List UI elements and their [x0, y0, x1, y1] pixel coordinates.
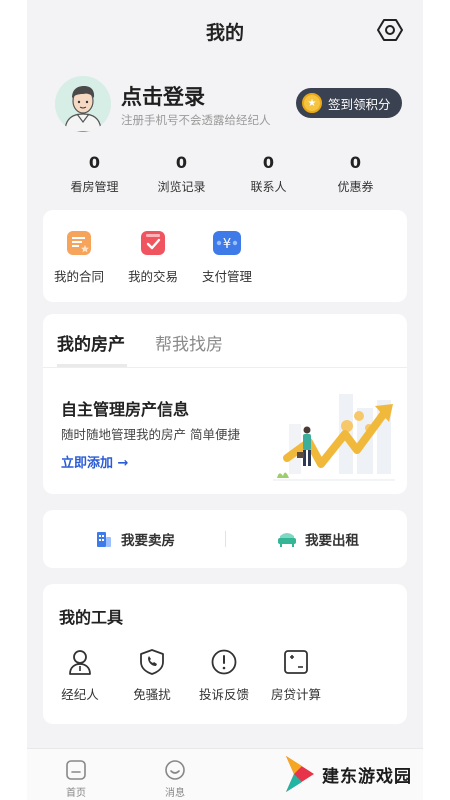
quick-actions-card: 我的合同 我的交易 ¥ 支付管理 — [43, 210, 407, 302]
quick-item-payment[interactable]: ¥ 支付管理 — [193, 230, 261, 285]
contract-icon — [67, 231, 91, 255]
add-property-link[interactable]: 立即添加 → — [61, 452, 128, 471]
tool-item-agent[interactable]: 经纪人 — [49, 648, 111, 703]
tool-label: 经纪人 — [61, 687, 99, 702]
avatar-person-icon — [55, 76, 111, 132]
checkin-button[interactable]: ★ 签到领积分 — [296, 88, 402, 118]
stats-row: 0 看房管理 0 浏览记录 0 联系人 0 优惠券 — [51, 152, 399, 196]
watermark: 建东游戏园 — [282, 752, 422, 796]
property-card: 我的房产 帮我找房 自主管理房产信息 随时随地管理我的房产 简单便捷 立即添加 … — [43, 314, 407, 494]
login-subtitle: 注册手机号不会透露给经纪人 — [121, 113, 271, 127]
tab-find-house[interactable]: 帮我找房 — [155, 330, 223, 355]
checkin-label: 签到领积分 — [328, 96, 391, 112]
stat-value: 0 — [88, 153, 101, 172]
complaint-icon — [211, 649, 237, 675]
sofa-icon — [278, 533, 296, 547]
rent-out-label: 我要出租 — [305, 533, 359, 549]
settings-icon[interactable] — [377, 17, 403, 43]
quick-item-transaction[interactable]: 我的交易 — [119, 230, 187, 285]
building-icon — [97, 532, 111, 547]
quick-item-contract[interactable]: 我的合同 — [45, 230, 113, 285]
sell-house-button[interactable]: 我要卖房 — [95, 529, 175, 549]
tab-indicator — [57, 364, 127, 367]
transaction-icon — [141, 231, 165, 255]
sell-rent-card: 我要卖房 我要出租 — [43, 510, 407, 568]
svg-text:¥: ¥ — [223, 237, 231, 252]
tool-item-no-disturb[interactable]: 免骚扰 — [121, 648, 183, 703]
tool-item-complaint[interactable]: 投诉反馈 — [193, 648, 255, 703]
watermark-text: 建东游戏园 — [322, 766, 412, 787]
login-link[interactable]: 点击登录 — [121, 81, 205, 111]
sell-house-label: 我要卖房 — [121, 533, 175, 549]
calculator-icon — [284, 650, 308, 674]
stat-label: 看房管理 — [70, 180, 119, 194]
no-disturb-icon — [140, 649, 164, 675]
tool-label: 房贷计算 — [270, 687, 321, 702]
stat-history[interactable]: 0 浏览记录 — [138, 152, 225, 196]
stat-contacts[interactable]: 0 联系人 — [225, 152, 312, 196]
growth-illustration — [273, 394, 395, 481]
my-page-screen: 我的 点击登录 注册手机号不会透露给经纪人 ★ 签到领积分 0 看房管理 0 浏… — [27, 0, 423, 800]
tab-my-property[interactable]: 我的房产 — [57, 330, 125, 355]
tool-label: 投诉反馈 — [198, 687, 249, 702]
stat-label: 联系人 — [250, 180, 287, 194]
tools-title: 我的工具 — [59, 608, 124, 627]
tool-label: 免骚扰 — [133, 687, 171, 702]
rent-out-button[interactable]: 我要出租 — [277, 529, 359, 549]
nav-item-messages[interactable]: 消息 — [155, 759, 195, 799]
stat-value: 0 — [349, 153, 362, 172]
nav-item-home[interactable]: 首页 — [56, 759, 96, 799]
tools-card: 我的工具 经纪人 免骚扰 投诉反馈 房贷计算 — [43, 584, 407, 724]
payment-icon: ¥ — [213, 231, 241, 255]
tool-item-calculator[interactable]: 房贷计算 — [265, 648, 327, 703]
stat-label: 优惠券 — [337, 180, 374, 194]
divider — [225, 531, 226, 547]
avatar[interactable] — [55, 76, 111, 132]
stat-value: 0 — [175, 153, 188, 172]
quick-label: 我的合同 — [53, 269, 104, 284]
quick-label: 支付管理 — [201, 269, 252, 284]
stat-viewing[interactable]: 0 看房管理 — [51, 152, 138, 196]
stat-coupons[interactable]: 0 优惠券 — [312, 152, 399, 196]
page-title: 我的 — [205, 22, 244, 44]
stat-label: 浏览记录 — [157, 180, 206, 194]
property-tabs: 我的房产 帮我找房 — [43, 314, 407, 368]
message-icon — [165, 760, 185, 780]
nav-label: 消息 — [165, 788, 185, 799]
watermark-logo-icon — [286, 756, 314, 792]
agent-icon — [69, 650, 91, 675]
star-coin-icon: ★ — [302, 93, 322, 113]
property-title: 自主管理房产信息 — [61, 400, 190, 419]
header: 我的 — [27, 0, 423, 60]
quick-label: 我的交易 — [127, 269, 178, 284]
home-icon — [66, 760, 86, 780]
property-description: 随时随地管理我的房产 简单便捷 — [61, 427, 240, 442]
nav-label: 首页 — [66, 788, 86, 799]
stat-value: 0 — [262, 153, 275, 172]
